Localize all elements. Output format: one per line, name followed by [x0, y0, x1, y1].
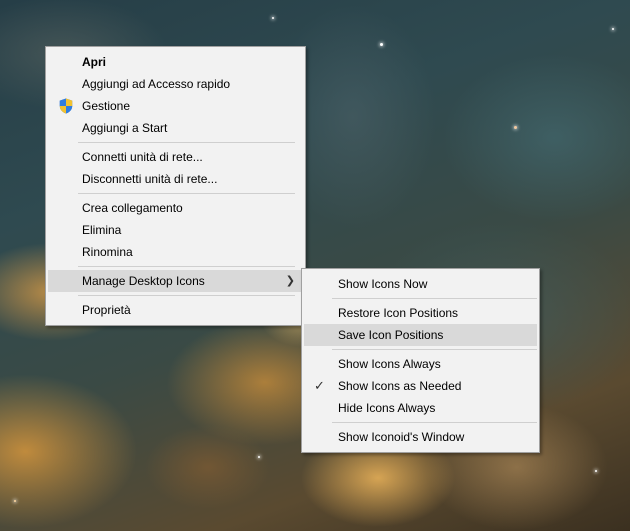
menu-item-label: Gestione — [82, 99, 131, 113]
menu-item-label: Show Icons Now — [338, 277, 428, 291]
star — [14, 500, 16, 502]
star — [595, 470, 597, 472]
menu-item-gestione[interactable]: Gestione — [48, 95, 303, 117]
submenu-manage-desktop-icons: Show Icons Now Restore Icon Positions Sa… — [301, 268, 540, 453]
menu-item-disconnetti-unita-rete[interactable]: Disconnetti unità di rete... — [48, 168, 303, 190]
menu-item-aggiungi-start[interactable]: Aggiungi a Start — [48, 117, 303, 139]
menu-item-elimina[interactable]: Elimina — [48, 219, 303, 241]
menu-item-label: Proprietà — [82, 303, 131, 317]
menu-separator — [332, 298, 537, 299]
chevron-right-icon: ❯ — [285, 275, 295, 287]
menu-item-label: Save Icon Positions — [338, 328, 444, 342]
menu-item-crea-collegamento[interactable]: Crea collegamento — [48, 197, 303, 219]
menu-item-aggiungi-accesso-rapido[interactable]: Aggiungi ad Accesso rapido — [48, 73, 303, 95]
menu-item-manage-desktop-icons[interactable]: Manage Desktop Icons ❯ — [48, 270, 303, 292]
submenu-item-show-icons-always[interactable]: Show Icons Always — [304, 353, 537, 375]
menu-item-label: Hide Icons Always — [338, 401, 436, 415]
menu-item-label: Show Icons Always — [338, 357, 441, 371]
submenu-item-show-iconoids-window[interactable]: Show Iconoid's Window — [304, 426, 537, 448]
menu-item-label: Disconnetti unità di rete... — [82, 172, 218, 186]
menu-separator — [332, 422, 537, 423]
menu-separator — [332, 349, 537, 350]
menu-item-label: Manage Desktop Icons — [82, 274, 205, 288]
menu-separator — [78, 295, 295, 296]
menu-item-label: Connetti unità di rete... — [82, 150, 203, 164]
star — [258, 456, 260, 458]
menu-item-label: Crea collegamento — [82, 201, 183, 215]
submenu-item-save-icon-positions[interactable]: Save Icon Positions — [304, 324, 537, 346]
menu-item-rinomina[interactable]: Rinomina — [48, 241, 303, 263]
menu-item-label: Show Icons as Needed — [338, 379, 462, 393]
menu-item-label: Aggiungi ad Accesso rapido — [82, 77, 231, 91]
menu-item-apri[interactable]: Apri — [48, 51, 303, 73]
menu-item-label: Apri — [82, 55, 106, 69]
menu-item-connetti-unita-rete[interactable]: Connetti unità di rete... — [48, 146, 303, 168]
checkmark-icon: ✓ — [314, 378, 325, 393]
menu-separator — [78, 266, 295, 267]
shield-icon — [59, 98, 73, 114]
menu-item-label: Show Iconoid's Window — [338, 430, 465, 444]
menu-item-label: Aggiungi a Start — [82, 121, 168, 135]
submenu-item-restore-icon-positions[interactable]: Restore Icon Positions — [304, 302, 537, 324]
submenu-item-show-icons-now[interactable]: Show Icons Now — [304, 273, 537, 295]
menu-separator — [78, 193, 295, 194]
star — [272, 17, 274, 19]
menu-separator — [78, 142, 295, 143]
menu-item-label: Restore Icon Positions — [338, 306, 459, 320]
menu-item-label: Elimina — [82, 223, 122, 237]
submenu-item-hide-icons-always[interactable]: Hide Icons Always — [304, 397, 537, 419]
star — [380, 43, 383, 46]
star — [612, 28, 614, 30]
context-menu: Apri Aggiungi ad Accesso rapido Gestione… — [45, 46, 306, 326]
menu-item-label: Rinomina — [82, 245, 133, 259]
menu-item-proprieta[interactable]: Proprietà — [48, 299, 303, 321]
submenu-item-show-icons-as-needed[interactable]: ✓ Show Icons as Needed — [304, 375, 537, 397]
star — [514, 126, 517, 129]
